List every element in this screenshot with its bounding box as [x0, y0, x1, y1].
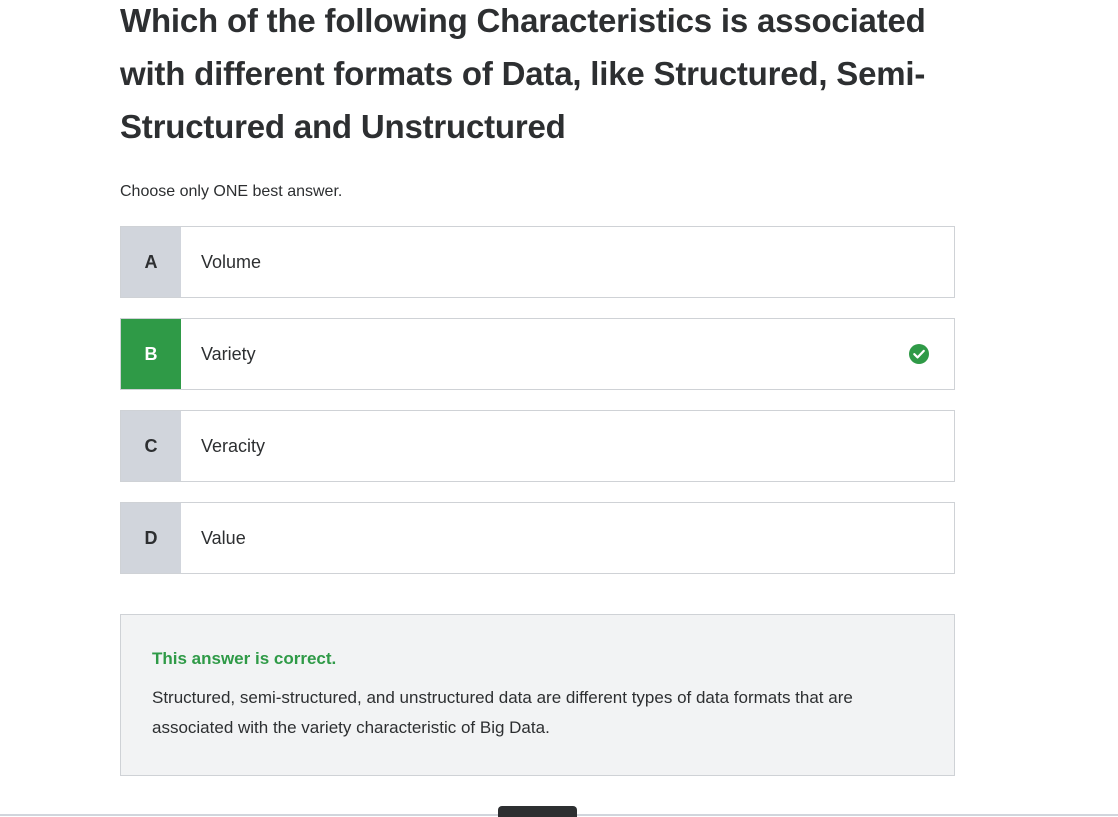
option-text: Value: [201, 527, 246, 548]
check-circle-icon: [909, 344, 929, 364]
answer-instruction: Choose only ONE best answer.: [120, 183, 343, 200]
quiz-page: Which of the following Characteristics i…: [0, 0, 1118, 817]
option-text: Variety: [201, 343, 256, 364]
option-text: Veracity: [201, 435, 266, 456]
next-button[interactable]: [498, 806, 577, 817]
option-letter: B: [121, 319, 181, 389]
option-letter: D: [121, 503, 181, 573]
option-letter: A: [121, 227, 181, 297]
question-title: Which of the following Characteristics i…: [120, 2, 926, 145]
answer-feedback: This answer is correct. Structured, semi…: [120, 614, 955, 776]
option-c[interactable]: C Veracity: [120, 410, 955, 482]
option-a[interactable]: A Volume: [120, 226, 955, 298]
answer-options: A Volume B Variety C Veracity D Value: [120, 226, 955, 594]
feedback-explanation: Structured, semi-structured, and unstruc…: [152, 688, 853, 737]
feedback-title: This answer is correct.: [152, 649, 337, 668]
option-d[interactable]: D Value: [120, 502, 955, 574]
option-letter: C: [121, 411, 181, 481]
option-b[interactable]: B Variety: [120, 318, 955, 390]
option-text: Volume: [201, 251, 262, 272]
